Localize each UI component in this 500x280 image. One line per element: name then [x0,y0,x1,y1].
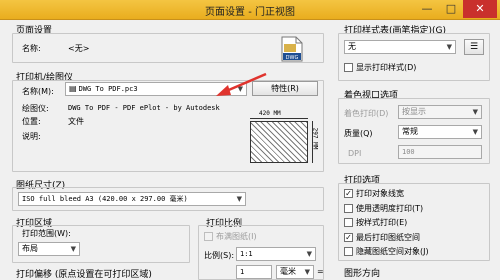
location-value: 文件 [68,117,84,126]
shade-plot-label: 着色打印(D) [344,109,389,118]
close-button[interactable]: ✕ [463,0,497,18]
printer-name-value: DWG To PDF.pc3 [78,85,138,93]
scale-dropdown[interactable]: 1:1 ▼ [236,247,316,261]
description-label: 说明: [22,132,41,141]
paper-preview [250,121,308,163]
properties-button[interactable]: 特性(R) [252,81,318,96]
chevron-down-icon: ▼ [306,250,312,258]
paper-size-dropdown[interactable]: ISO full bleed A3 (420.00 x 297.00 毫米) ▼ [18,192,246,206]
plot-option-label: 打印对象线宽 [356,189,404,198]
plot-option-checkbox[interactable]: ✓ [344,232,353,242]
quality-dropdown[interactable]: 常规 ▼ [398,125,482,139]
plot-option-checkbox[interactable] [344,203,353,213]
svg-text:DWG: DWG [286,55,299,61]
shade-plot-value: 按显示 [402,107,426,116]
page-setup-name-label: 名称: [22,44,41,53]
plotter-label: 绘图仪: [22,104,49,113]
dpi-value: 100 [402,148,415,156]
units-name-value: 毫米 [280,267,296,276]
chevron-down-icon: ▼ [472,108,478,116]
paper-height-dim: 297 MM [311,127,319,150]
plot-option-label: 最后打印图纸空间 [356,232,420,242]
page-setup-frame [12,33,324,63]
plot-range-dropdown[interactable]: 布局 ▼ [18,242,80,256]
scale-value: 1:1 [240,250,253,258]
printer-name-label: 名称(M): [22,87,54,96]
chevron-down-icon: ▼ [446,43,452,51]
plot-style-value: 无 [348,42,356,51]
equals-sign: = [317,267,324,276]
chevron-down-icon: ▼ [304,268,310,276]
list-edit-icon: ☰ [469,42,479,52]
edit-plot-style-button[interactable]: ☰ [464,39,484,55]
paper-size-value: ISO full bleed A3 (420.00 x 297.00 毫米) [22,195,188,203]
paper-width-dim: 420 MM [259,110,281,117]
page-setup-name-value: <无> [68,44,90,53]
shade-plot-dropdown[interactable]: 按显示 ▼ [398,105,482,119]
display-plot-styles-checkbox[interactable] [344,63,353,72]
dwg-file-icon: DWG [280,36,304,62]
plot-option-checkbox[interactable] [344,247,353,256]
chevron-down-icon: ▼ [472,128,478,136]
fit-to-paper-label: 布满图纸(I) [216,232,257,241]
location-label: 位置: [22,117,41,126]
plot-option-label: 使用透明度打印(T) [356,203,424,213]
units-value: 1 [240,268,245,276]
chevron-down-icon: ▼ [70,245,76,253]
chevron-down-icon: ▼ [236,195,242,203]
dpi-label: DPI [348,149,362,158]
quality-label: 质量(Q) [344,129,373,138]
plot-style-dropdown[interactable]: 无 ▼ [344,40,456,54]
dpi-input[interactable]: 100 [398,145,482,159]
units-input[interactable]: 1 [236,265,272,279]
fit-to-paper-checkbox[interactable] [204,232,213,241]
plot-option-checkbox[interactable] [344,218,353,227]
plot-range-value: 布局 [22,244,38,253]
plot-range-label: 打印范围(W): [22,229,71,238]
plotter-value: DWG To PDF - PDF ePlot - by Autodesk [68,104,220,112]
plot-option-checkbox[interactable]: ✓ [344,189,353,198]
quality-value: 常规 [402,127,418,136]
plotter-icon: ▤ [69,84,77,93]
plot-option-label: 按样式打印(E) [356,218,408,227]
minimize-button[interactable]: — [416,0,438,18]
units-name-dropdown[interactable]: 毫米 ▼ [276,265,314,279]
drawing-orientation-group-title: 图形方向 [344,269,381,279]
display-plot-styles-label: 显示打印样式(D) [356,63,417,72]
plot-offset-label: 打印偏移 (原点设置在可打印区域) [16,270,152,280]
maximize-button[interactable]: □ [440,0,462,18]
scale-label: 比例(S): [204,251,235,260]
width-dim-line [250,118,308,119]
plot-option-label: 隐藏图纸空间对象(J) [356,247,429,256]
